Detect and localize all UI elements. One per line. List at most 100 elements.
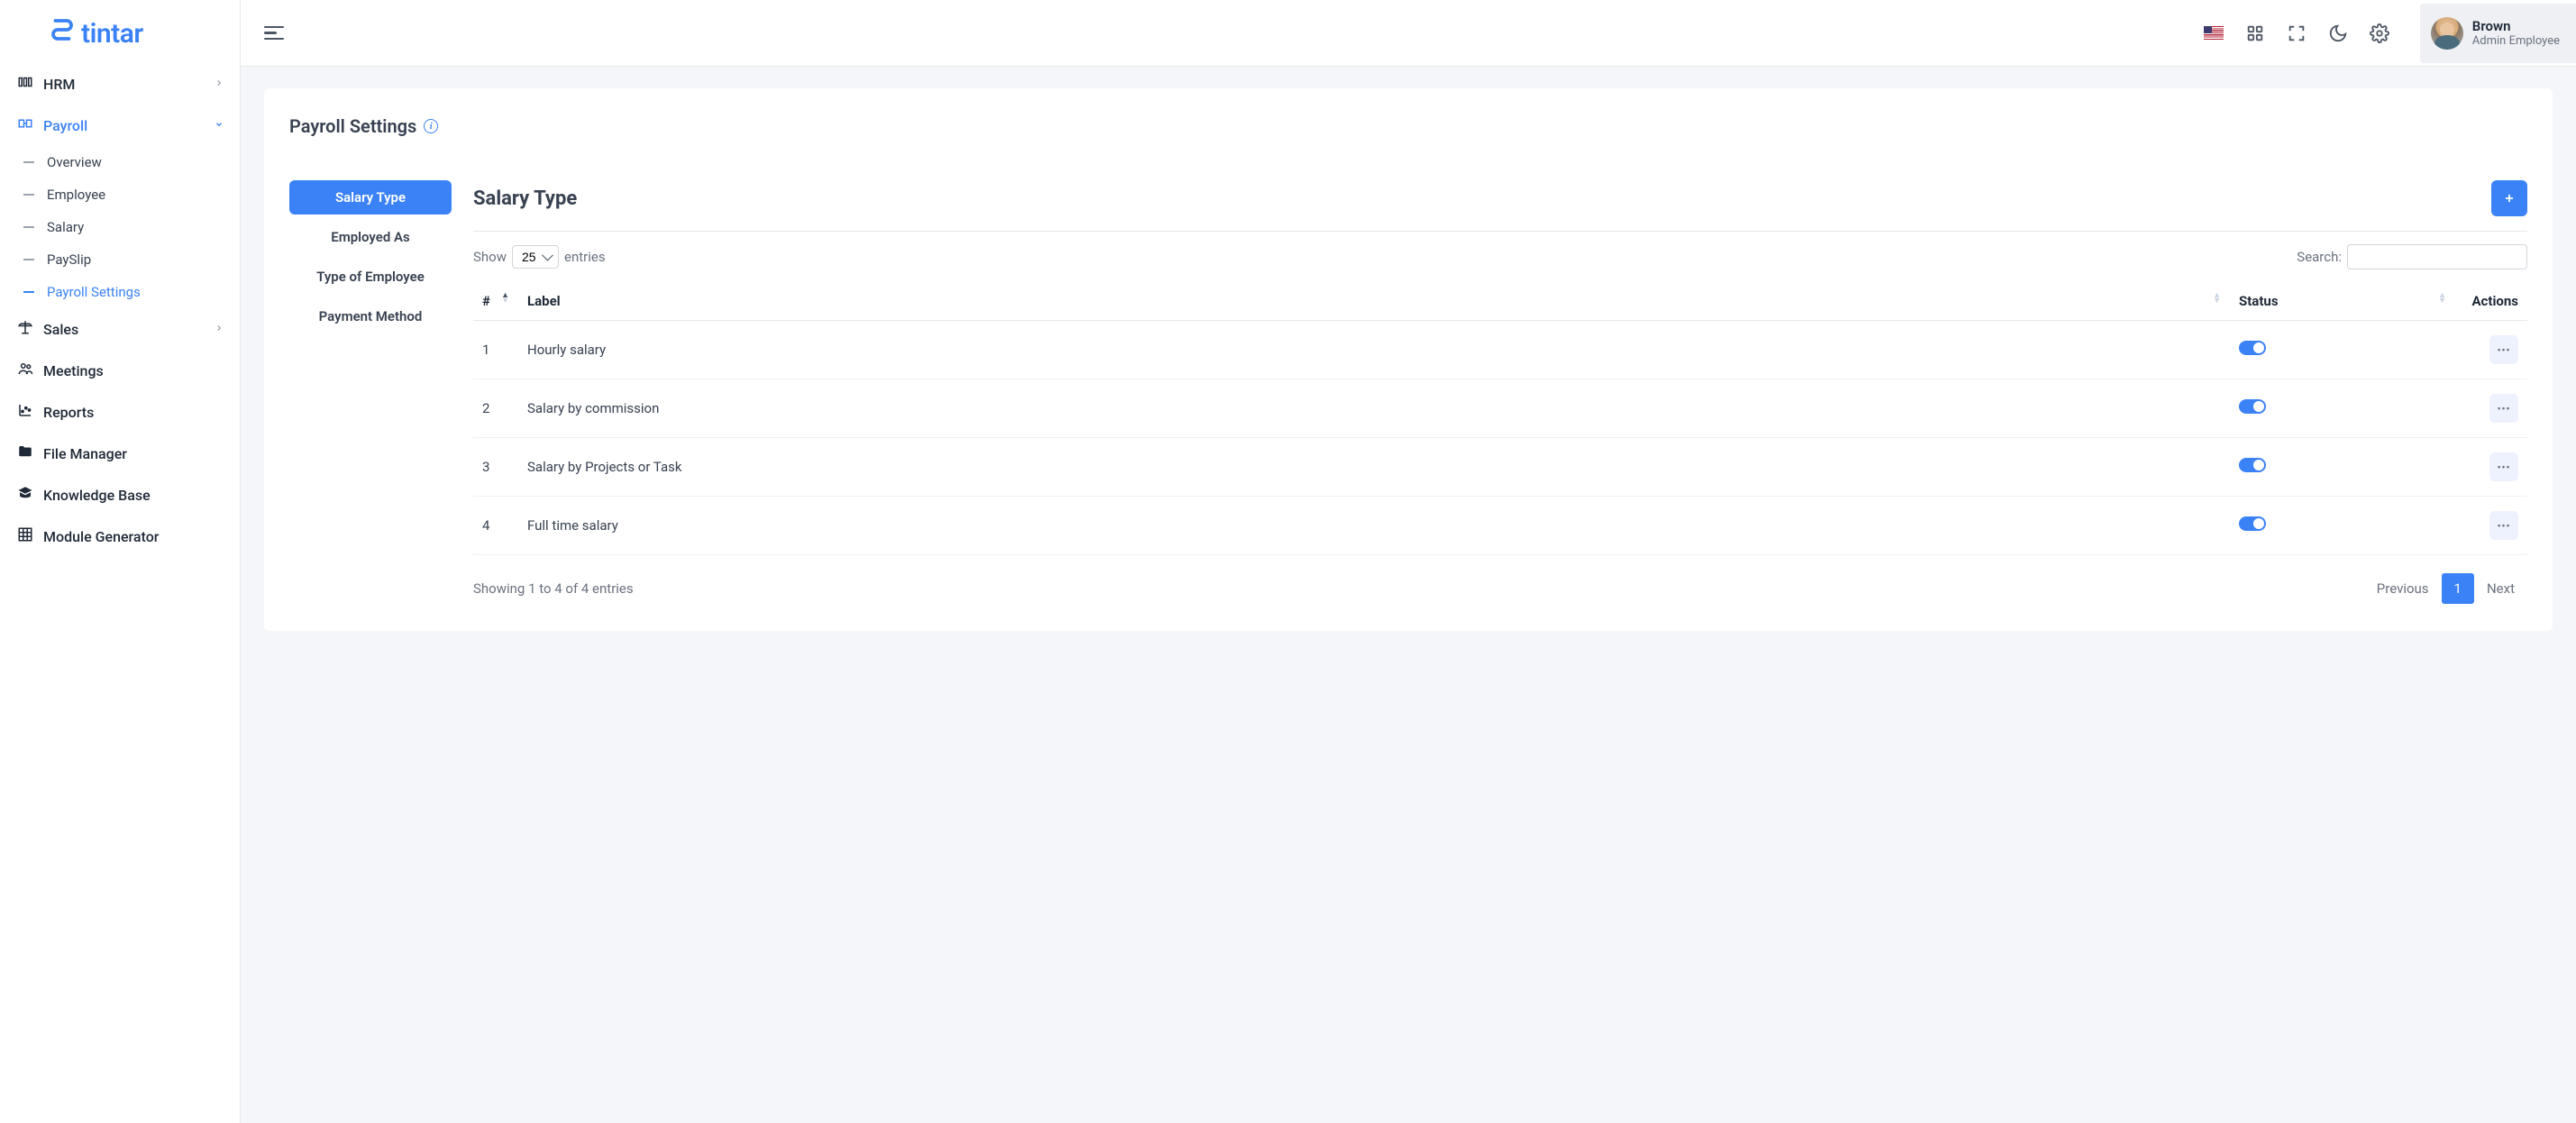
cell-idx: 3 [473,438,518,497]
sidebar-item-knowledge-base[interactable]: Knowledge Base [0,474,240,516]
dash-icon [23,291,34,293]
reports-icon [16,402,34,422]
col-status[interactable]: Status ▲▼ [2230,282,2455,321]
sidebar-item-hrm[interactable]: HRM [0,63,240,105]
education-icon [16,485,34,505]
user-name: Brown [2472,18,2560,34]
table-row: 2 Salary by commission ••• [473,379,2527,438]
dash-icon [23,226,34,228]
sidebar-item-label: Payroll [43,117,87,134]
sidebar-item-payroll[interactable]: Payroll [0,105,240,146]
row-actions-button[interactable]: ••• [2489,394,2518,423]
sidebar-item-label: Reports [43,404,94,421]
row-actions-button[interactable]: ••• [2489,511,2518,540]
table-row: 3 Salary by Projects or Task ••• [473,438,2527,497]
sidebar-sub-payslip[interactable]: PaySlip [7,243,240,276]
tab-type-of-employee[interactable]: Type of Employee [289,260,452,294]
col-label[interactable]: Label ▲▼ [518,282,2230,321]
table-row: 1 Hourly salary ••• [473,321,2527,379]
cell-status [2230,438,2455,497]
cell-idx: 1 [473,321,518,379]
topbar: Brown Admin Employee [241,0,2576,67]
pagination: Previous 1 Next [2364,573,2527,604]
sidebar-sub-overview[interactable]: Overview [7,146,240,178]
user-role: Admin Employee [2472,34,2560,48]
chevron-right-icon [215,323,224,335]
salary-type-table: # ▲▼ Label ▲▼ Status ▲▼ [473,282,2527,555]
cell-status [2230,497,2455,555]
user-menu[interactable]: Brown Admin Employee [2420,4,2576,63]
table-info: Showing 1 to 4 of 4 entries [473,580,634,597]
sidebar-sub-payroll-settings[interactable]: Payroll Settings [7,276,240,308]
dash-icon [23,259,34,260]
cell-idx: 4 [473,497,518,555]
sidebar-item-file-manager[interactable]: File Manager [0,433,240,474]
settings-tabs: Salary Type Employed As Type of Employee… [289,180,452,604]
grid-icon [16,526,34,546]
cell-label: Hourly salary [518,321,2230,379]
info-icon[interactable]: i [424,119,438,133]
dash-icon [23,194,34,196]
page-length-select[interactable]: 25 [512,245,559,269]
sort-icon: ▲▼ [2213,293,2221,304]
search-input[interactable] [2347,244,2527,269]
pager-prev[interactable]: Previous [2364,573,2442,604]
status-toggle[interactable] [2239,516,2266,531]
sidebar-sub-label: Salary [47,219,84,235]
cell-actions: ••• [2455,497,2527,555]
entries-label: entries [564,249,606,265]
payroll-icon [16,115,34,135]
sidebar-sub-label: Payroll Settings [47,284,141,300]
main-nav: HRM Payroll Overview [0,59,240,561]
page-title: Payroll Settings [289,115,416,137]
tab-salary-type[interactable]: Salary Type [289,180,452,215]
payroll-submenu: Overview Employee Salary PaySlip Payroll… [0,146,240,308]
chevron-down-icon [215,119,224,132]
cell-status [2230,379,2455,438]
sort-icon: ▲▼ [2438,293,2446,304]
pager-next[interactable]: Next [2474,573,2527,604]
table-row: 4 Full time salary ••• [473,497,2527,555]
cell-label: Full time salary [518,497,2230,555]
status-toggle[interactable] [2239,458,2266,472]
logo[interactable]: tintar [0,0,240,59]
row-actions-button[interactable]: ••• [2489,452,2518,481]
sidebar-sub-salary[interactable]: Salary [7,211,240,243]
dash-icon [23,161,34,163]
status-toggle[interactable] [2239,341,2266,355]
cell-label: Salary by Projects or Task [518,438,2230,497]
tab-payment-method[interactable]: Payment Method [289,299,452,333]
sidebar-item-reports[interactable]: Reports [0,391,240,433]
menu-toggle-button[interactable] [264,26,284,41]
sidebar-item-label: HRM [43,76,75,93]
language-flag-icon[interactable] [2204,26,2224,40]
tab-employed-as[interactable]: Employed As [289,220,452,254]
cell-idx: 2 [473,379,518,438]
sidebar-sub-employee[interactable]: Employee [7,178,240,211]
sidebar-item-label: File Manager [43,445,127,462]
cell-label: Salary by commission [518,379,2230,438]
sidebar-item-label: Meetings [43,362,104,379]
sidebar-item-meetings[interactable]: Meetings [0,350,240,391]
dark-mode-icon[interactable] [2328,23,2348,43]
sidebar-sub-label: Overview [47,154,102,170]
show-label: Show [473,249,507,265]
sidebar: tintar HRM Payroll [0,0,241,1123]
panel-title: Salary Type [473,187,577,210]
cell-actions: ••• [2455,438,2527,497]
sidebar-item-module-generator[interactable]: Module Generator [0,516,240,557]
add-button[interactable] [2491,180,2527,216]
row-actions-button[interactable]: ••• [2489,335,2518,364]
chevron-right-icon [215,78,224,90]
col-index[interactable]: # ▲▼ [473,282,518,321]
apps-grid-icon[interactable] [2245,23,2265,43]
sidebar-sub-label: PaySlip [47,251,91,268]
sidebar-sub-label: Employee [47,187,105,203]
settings-gear-icon[interactable] [2370,23,2389,43]
sidebar-item-sales[interactable]: Sales [0,308,240,350]
settings-card: Payroll Settings i Salary Type Employed … [264,88,2553,631]
fullscreen-icon[interactable] [2287,23,2307,43]
status-toggle[interactable] [2239,399,2266,414]
sidebar-item-label: Knowledge Base [43,487,151,504]
pager-page-1[interactable]: 1 [2442,573,2474,604]
